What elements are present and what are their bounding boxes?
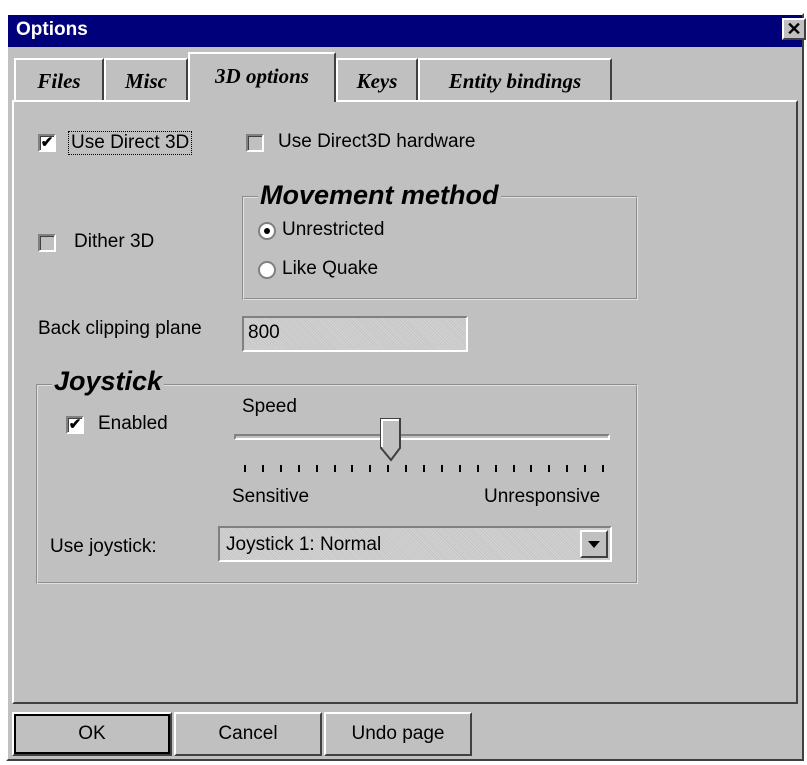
- title-bar[interactable]: Options ✕: [8, 15, 806, 47]
- use-direct3d-hardware-checkbox[interactable]: [246, 134, 264, 152]
- use-joystick-value: Joystick 1: Normal: [226, 534, 382, 555]
- dither-3d-checkbox[interactable]: [38, 234, 56, 252]
- cancel-button[interactable]: Cancel: [174, 712, 322, 756]
- speed-slider-tick: [566, 465, 569, 472]
- dropdown-arrow-icon[interactable]: [580, 530, 608, 558]
- use-direct3d-checkbox[interactable]: ✔: [38, 134, 56, 152]
- speed-slider-tick: [530, 465, 533, 472]
- like-quake-radio[interactable]: [258, 261, 276, 279]
- speed-slider-tick: [351, 465, 354, 472]
- tab-entity-bindings[interactable]: Entity bindings: [418, 58, 612, 100]
- back-clipping-plane-input[interactable]: 800: [242, 316, 468, 352]
- speed-slider-track[interactable]: [234, 434, 610, 440]
- speed-slider-tick: [297, 465, 300, 472]
- tab-files[interactable]: Files: [14, 58, 104, 100]
- speed-slider-tick: [494, 465, 497, 472]
- use-joystick-label: Use joystick:: [50, 536, 157, 557]
- speed-slider-tick: [333, 465, 336, 472]
- tab-misc[interactable]: Misc: [104, 58, 188, 100]
- unrestricted-label[interactable]: Unrestricted: [282, 219, 384, 241]
- speed-slider-tick: [315, 465, 318, 472]
- use-direct3d-hardware-label[interactable]: Use Direct3D hardware: [278, 131, 475, 153]
- tab-3d-options[interactable]: 3D options: [188, 52, 336, 102]
- speed-slider-tick: [584, 465, 587, 472]
- speed-slider-thumb[interactable]: [379, 418, 402, 462]
- dither-3d-label[interactable]: Dither 3D: [74, 231, 154, 253]
- sensitive-label: Sensitive: [232, 486, 310, 507]
- speed-slider-tick: [440, 465, 443, 472]
- movement-method-title: Movement method: [258, 180, 501, 211]
- speed-slider-tick: [476, 465, 479, 472]
- speed-slider-tick: [602, 465, 604, 472]
- speed-slider-tick: [369, 465, 372, 472]
- window-title: Options: [16, 19, 88, 40]
- back-clipping-plane-label: Back clipping plane: [38, 318, 202, 339]
- speed-slider-tick: [423, 465, 425, 472]
- speed-slider-tick: [279, 465, 282, 472]
- speed-slider-tick: [261, 465, 264, 472]
- speed-slider-tick: [548, 465, 551, 472]
- speed-slider-tick: [458, 465, 461, 472]
- movement-method-group: [242, 196, 638, 300]
- undo-page-button[interactable]: Undo page: [324, 712, 472, 756]
- ok-button[interactable]: OK: [12, 712, 172, 756]
- speed-slider-tick: [405, 465, 408, 472]
- like-quake-label[interactable]: Like Quake: [282, 258, 378, 280]
- unresponsive-label: Unresponsive: [484, 486, 601, 507]
- speed-slider-tick: [387, 465, 390, 472]
- speed-slider-tick: [244, 465, 246, 472]
- speed-slider-tick: [512, 465, 515, 472]
- close-icon[interactable]: ✕: [782, 18, 806, 40]
- joystick-enabled-checkbox[interactable]: ✔: [66, 416, 84, 434]
- tab-keys[interactable]: Keys: [336, 58, 418, 100]
- unrestricted-radio[interactable]: [258, 222, 276, 240]
- speed-label: Speed: [242, 396, 297, 417]
- joystick-enabled-label[interactable]: Enabled: [98, 413, 168, 435]
- joystick-title: Joystick: [52, 366, 165, 397]
- use-joystick-select[interactable]: Joystick 1: Normal: [218, 526, 612, 562]
- use-direct3d-label[interactable]: Use Direct 3D: [68, 131, 193, 155]
